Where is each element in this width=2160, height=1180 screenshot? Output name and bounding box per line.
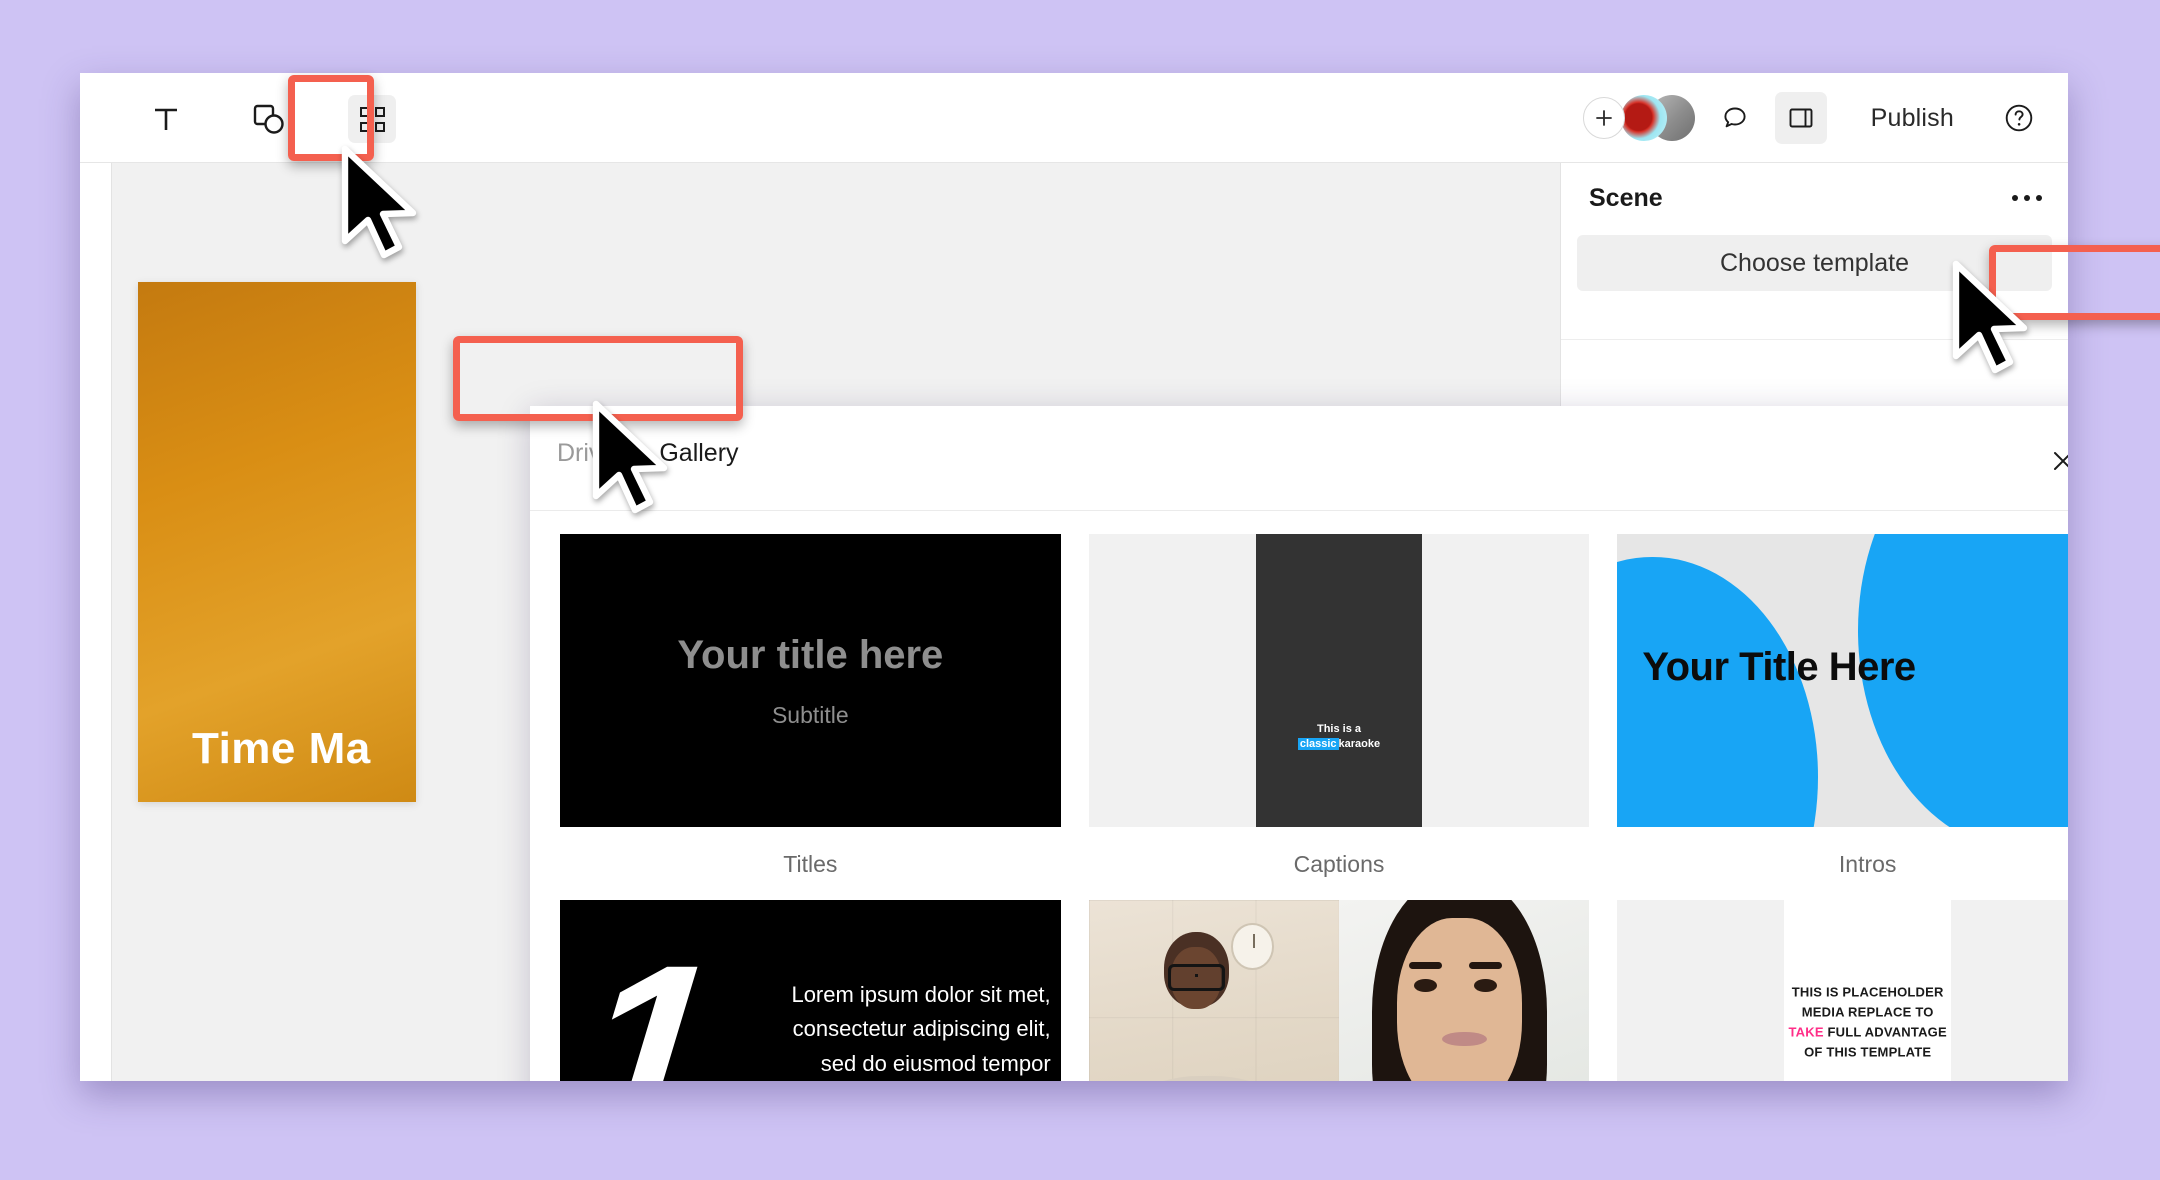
panel-toggle-icon [1786,103,1816,133]
placeholder-line: FULL ADVANTAGE [1828,1025,1947,1040]
cursor-icon [592,400,678,518]
add-collaborator-button[interactable] [1583,97,1625,139]
text-tool-button[interactable] [142,95,190,143]
shape-tool-button[interactable] [245,95,293,143]
modal-header: Drive Gallery [530,406,2068,511]
template-title-text: Your Title Here [1642,645,1915,690]
publish-button[interactable]: Publish [1857,96,1968,141]
body-line: consectetur adipiscing elit, [793,1016,1051,1041]
avatar [1621,95,1667,141]
caption-highlight-word: classic [1298,738,1339,750]
caption-rest-word: karaoke [1339,738,1381,750]
scene-panel-header: Scene [1561,163,2068,233]
collaborator-avatars[interactable] [1621,95,1695,141]
template-card-intros[interactable]: Your Title Here Intros [1617,534,2068,878]
canvas-scene-title: Time Ma [192,724,371,774]
template-thumb: This is a classickaraoke [1089,534,1590,827]
panel-title: Scene [1589,184,1663,213]
template-title-text: Your title here [677,633,943,678]
placeholder-line: OF THIS TEMPLATE [1804,1045,1931,1060]
comments-button[interactable] [1709,92,1761,144]
grid-icon [360,107,385,132]
template-thumb: Your title here Subtitle [560,534,1061,827]
caption-line-1: This is a [1317,723,1361,735]
person-with-glasses-photo [1089,900,1339,1081]
template-thumb: Your Title Here [1617,534,2068,827]
templates-grid-button[interactable] [348,95,396,143]
template-label: Titles [560,851,1061,878]
body-line: Lorem ipsum dolor sit met, [791,982,1050,1007]
canvas-scene-card[interactable]: Time Ma [138,282,416,802]
help-button[interactable] [1996,95,2042,141]
panel-toggle-button[interactable] [1775,92,1827,144]
placeholder-highlight-word: TAKE [1788,1025,1823,1040]
template-thumb: THIS IS PLACEHOLDER MEDIA REPLACE TO TAK… [1617,900,2068,1081]
template-subtitle-text: Subtitle [772,702,849,729]
template-label: Intros [1617,851,2068,878]
template-thumb [1089,900,1590,1081]
template-card-captions[interactable]: This is a classickaraoke Captions [1089,534,1590,878]
body-line: sed do eiusmod tempor [821,1051,1051,1076]
placeholder-column-right [1951,900,2068,1081]
placeholder-line: THIS IS PLACEHOLDER [1792,985,1944,1000]
placeholder-column-center: THIS IS PLACEHOLDER MEDIA REPLACE TO TAK… [1784,900,1951,1081]
person-portrait-photo [1339,900,1589,1081]
shape-icon [251,102,287,136]
close-button[interactable] [2050,448,2068,474]
template-card-placeholder[interactable]: THIS IS PLACEHOLDER MEDIA REPLACE TO TAK… [1617,900,2068,1081]
template-picker-modal: Drive Gallery Your title here Subtitle T… [530,406,2068,1081]
template-card-titles[interactable]: Your title here Subtitle Titles [560,534,1061,878]
template-thumb: 1 Lorem ipsum dolor sit met, consectetur… [560,900,1061,1081]
plus-icon [1594,108,1614,128]
caption-text: This is a classickaraoke [1256,722,1421,754]
close-icon [2050,448,2068,474]
template-body-text: Lorem ipsum dolor sit met, consectetur a… [722,978,1061,1081]
template-gallery-grid: Your title here Subtitle Titles This is … [530,512,2068,1081]
placeholder-line: MEDIA REPLACE TO [1802,1005,1934,1020]
template-card-video-split[interactable] [1089,900,1590,1081]
text-tool-icon [149,102,183,136]
question-mark-icon [2003,102,2035,134]
placeholder-column-left [1617,900,1784,1081]
template-card-numbered[interactable]: 1 Lorem ipsum dolor sit met, consectetur… [560,900,1061,1081]
cursor-icon [341,145,427,263]
template-label: Captions [1089,851,1590,878]
toolbar-right-cluster: Publish [1583,73,2042,163]
more-options-icon[interactable] [2012,195,2042,201]
caption-portrait-panel: This is a classickaraoke [1256,534,1421,827]
placeholder-text: THIS IS PLACEHOLDER MEDIA REPLACE TO TAK… [1784,983,1951,1064]
cursor-icon [1952,260,2038,378]
comment-icon [1720,103,1750,133]
left-rail [80,163,112,1081]
blue-circle-shape [1617,557,1817,827]
big-number: 1 [575,961,721,1081]
